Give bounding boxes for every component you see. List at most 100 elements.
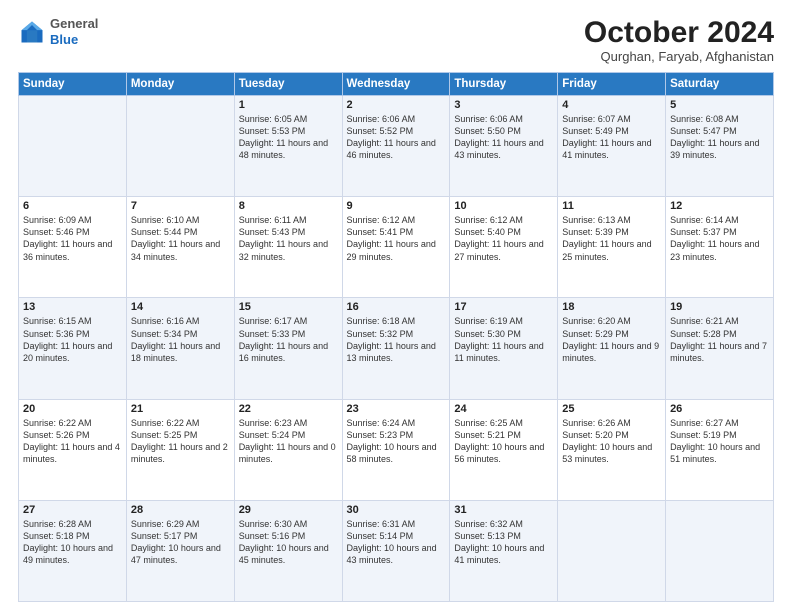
cell-info: Sunrise: 6:26 AMSunset: 5:20 PMDaylight:… <box>562 417 661 466</box>
day-number: 25 <box>562 403 661 415</box>
cell-info: Sunrise: 6:27 AMSunset: 5:19 PMDaylight:… <box>670 417 769 466</box>
cell-info: Sunrise: 6:21 AMSunset: 5:28 PMDaylight:… <box>670 315 769 364</box>
calendar-cell: 21 Sunrise: 6:22 AMSunset: 5:25 PMDayligh… <box>126 399 234 500</box>
weekday-header: Monday <box>126 73 234 96</box>
cell-info: Sunrise: 6:13 AMSunset: 5:39 PMDaylight:… <box>562 214 661 263</box>
day-number: 27 <box>23 504 122 516</box>
page: General Blue October 2024 Qurghan, Farya… <box>0 0 792 612</box>
cell-info: Sunrise: 6:25 AMSunset: 5:21 PMDaylight:… <box>454 417 553 466</box>
day-number: 21 <box>131 403 230 415</box>
title-block: October 2024 Qurghan, Faryab, Afghanista… <box>584 16 774 64</box>
calendar-cell: 10 Sunrise: 6:12 AMSunset: 5:40 PMDayligh… <box>450 197 558 298</box>
calendar-cell: 27 Sunrise: 6:28 AMSunset: 5:18 PMDayligh… <box>19 500 127 601</box>
cell-info: Sunrise: 6:07 AMSunset: 5:49 PMDaylight:… <box>562 113 661 162</box>
calendar-cell: 12Sunrise: 6:14 AMSunset: 5:37 PMDayligh… <box>666 197 774 298</box>
header: General Blue October 2024 Qurghan, Farya… <box>18 16 774 64</box>
cell-info: Sunrise: 6:31 AMSunset: 5:14 PMDaylight:… <box>347 518 446 567</box>
calendar-cell: 13Sunrise: 6:15 AMSunset: 5:36 PMDayligh… <box>19 298 127 399</box>
day-number: 26 <box>670 403 769 415</box>
calendar-cell: 11 Sunrise: 6:13 AMSunset: 5:39 PMDayligh… <box>558 197 666 298</box>
location: Qurghan, Faryab, Afghanistan <box>584 49 774 64</box>
day-number: 11 <box>562 200 661 212</box>
calendar-cell: 15 Sunrise: 6:17 AMSunset: 5:33 PMDayligh… <box>234 298 342 399</box>
calendar-cell: 20Sunrise: 6:22 AMSunset: 5:26 PMDayligh… <box>19 399 127 500</box>
calendar-cell <box>19 96 127 197</box>
day-number: 7 <box>131 200 230 212</box>
cell-info: Sunrise: 6:29 AMSunset: 5:17 PMDaylight:… <box>131 518 230 567</box>
cell-info: Sunrise: 6:18 AMSunset: 5:32 PMDaylight:… <box>347 315 446 364</box>
weekday-header: Saturday <box>666 73 774 96</box>
cell-info: Sunrise: 6:10 AMSunset: 5:44 PMDaylight:… <box>131 214 230 263</box>
header-row: SundayMondayTuesdayWednesdayThursdayFrid… <box>19 73 774 96</box>
day-number: 8 <box>239 200 338 212</box>
cell-info: Sunrise: 6:16 AMSunset: 5:34 PMDaylight:… <box>131 315 230 364</box>
calendar-cell: 25 Sunrise: 6:26 AMSunset: 5:20 PMDayligh… <box>558 399 666 500</box>
day-number: 10 <box>454 200 553 212</box>
calendar-header: SundayMondayTuesdayWednesdayThursdayFrid… <box>19 73 774 96</box>
day-number: 20 <box>23 403 122 415</box>
logo: General Blue <box>18 16 98 47</box>
day-number: 23 <box>347 403 446 415</box>
calendar-cell: 9Sunrise: 6:12 AMSunset: 5:41 PMDaylight… <box>342 197 450 298</box>
cell-info: Sunrise: 6:11 AMSunset: 5:43 PMDaylight:… <box>239 214 338 263</box>
day-number: 3 <box>454 99 553 111</box>
logo-general: General <box>50 16 98 32</box>
day-number: 16 <box>347 301 446 313</box>
month-title: October 2024 <box>584 16 774 49</box>
calendar-cell: 16 Sunrise: 6:18 AMSunset: 5:32 PMDayligh… <box>342 298 450 399</box>
cell-info: Sunrise: 6:28 AMSunset: 5:18 PMDaylight:… <box>23 518 122 567</box>
day-number: 1 <box>239 99 338 111</box>
cell-info: Sunrise: 6:05 AMSunset: 5:53 PMDaylight:… <box>239 113 338 162</box>
calendar-cell: 2 Sunrise: 6:06 AMSunset: 5:52 PMDaylight… <box>342 96 450 197</box>
day-number: 29 <box>239 504 338 516</box>
day-number: 15 <box>239 301 338 313</box>
weekday-header: Friday <box>558 73 666 96</box>
cell-info: Sunrise: 6:14 AMSunset: 5:37 PMDaylight:… <box>670 214 769 263</box>
logo-blue: Blue <box>50 32 98 48</box>
calendar-cell: 26 Sunrise: 6:27 AMSunset: 5:19 PMDayligh… <box>666 399 774 500</box>
calendar-table: SundayMondayTuesdayWednesdayThursdayFrid… <box>18 72 774 602</box>
calendar-cell: 22Sunrise: 6:23 AMSunset: 5:24 PMDayligh… <box>234 399 342 500</box>
day-number: 14 <box>131 301 230 313</box>
weekday-header: Tuesday <box>234 73 342 96</box>
calendar-week-row: 27 Sunrise: 6:28 AMSunset: 5:18 PMDayligh… <box>19 500 774 601</box>
day-number: 5 <box>670 99 769 111</box>
cell-info: Sunrise: 6:19 AMSunset: 5:30 PMDaylight:… <box>454 315 553 364</box>
calendar-week-row: 1 Sunrise: 6:05 AMSunset: 5:53 PMDaylight… <box>19 96 774 197</box>
day-number: 9 <box>347 200 446 212</box>
weekday-header: Sunday <box>19 73 127 96</box>
day-number: 19 <box>670 301 769 313</box>
weekday-header: Thursday <box>450 73 558 96</box>
calendar-cell <box>558 500 666 601</box>
calendar-cell: 7 Sunrise: 6:10 AMSunset: 5:44 PMDaylight… <box>126 197 234 298</box>
calendar-cell <box>126 96 234 197</box>
cell-info: Sunrise: 6:17 AMSunset: 5:33 PMDaylight:… <box>239 315 338 364</box>
cell-info: Sunrise: 6:22 AMSunset: 5:25 PMDaylight:… <box>131 417 230 466</box>
calendar-cell: 14 Sunrise: 6:16 AMSunset: 5:34 PMDayligh… <box>126 298 234 399</box>
calendar-cell: 23Sunrise: 6:24 AMSunset: 5:23 PMDayligh… <box>342 399 450 500</box>
calendar-cell: 8 Sunrise: 6:11 AMSunset: 5:43 PMDaylight… <box>234 197 342 298</box>
day-number: 2 <box>347 99 446 111</box>
cell-info: Sunrise: 6:12 AMSunset: 5:40 PMDaylight:… <box>454 214 553 263</box>
cell-info: Sunrise: 6:30 AMSunset: 5:16 PMDaylight:… <box>239 518 338 567</box>
day-number: 4 <box>562 99 661 111</box>
logo-icon <box>18 18 46 46</box>
calendar-cell <box>666 500 774 601</box>
day-number: 6 <box>23 200 122 212</box>
day-number: 18 <box>562 301 661 313</box>
cell-info: Sunrise: 6:06 AMSunset: 5:52 PMDaylight:… <box>347 113 446 162</box>
calendar-cell: 6 Sunrise: 6:09 AMSunset: 5:46 PMDaylight… <box>19 197 127 298</box>
calendar-week-row: 6 Sunrise: 6:09 AMSunset: 5:46 PMDaylight… <box>19 197 774 298</box>
calendar-week-row: 20Sunrise: 6:22 AMSunset: 5:26 PMDayligh… <box>19 399 774 500</box>
calendar-week-row: 13Sunrise: 6:15 AMSunset: 5:36 PMDayligh… <box>19 298 774 399</box>
cell-info: Sunrise: 6:09 AMSunset: 5:46 PMDaylight:… <box>23 214 122 263</box>
calendar-cell: 19 Sunrise: 6:21 AMSunset: 5:28 PMDayligh… <box>666 298 774 399</box>
logo-text: General Blue <box>50 16 98 47</box>
calendar-cell: 5 Sunrise: 6:08 AMSunset: 5:47 PMDaylight… <box>666 96 774 197</box>
calendar-cell: 1 Sunrise: 6:05 AMSunset: 5:53 PMDaylight… <box>234 96 342 197</box>
day-number: 22 <box>239 403 338 415</box>
calendar-body: 1 Sunrise: 6:05 AMSunset: 5:53 PMDaylight… <box>19 96 774 602</box>
weekday-header: Wednesday <box>342 73 450 96</box>
calendar-cell: 17Sunrise: 6:19 AMSunset: 5:30 PMDayligh… <box>450 298 558 399</box>
cell-info: Sunrise: 6:08 AMSunset: 5:47 PMDaylight:… <box>670 113 769 162</box>
